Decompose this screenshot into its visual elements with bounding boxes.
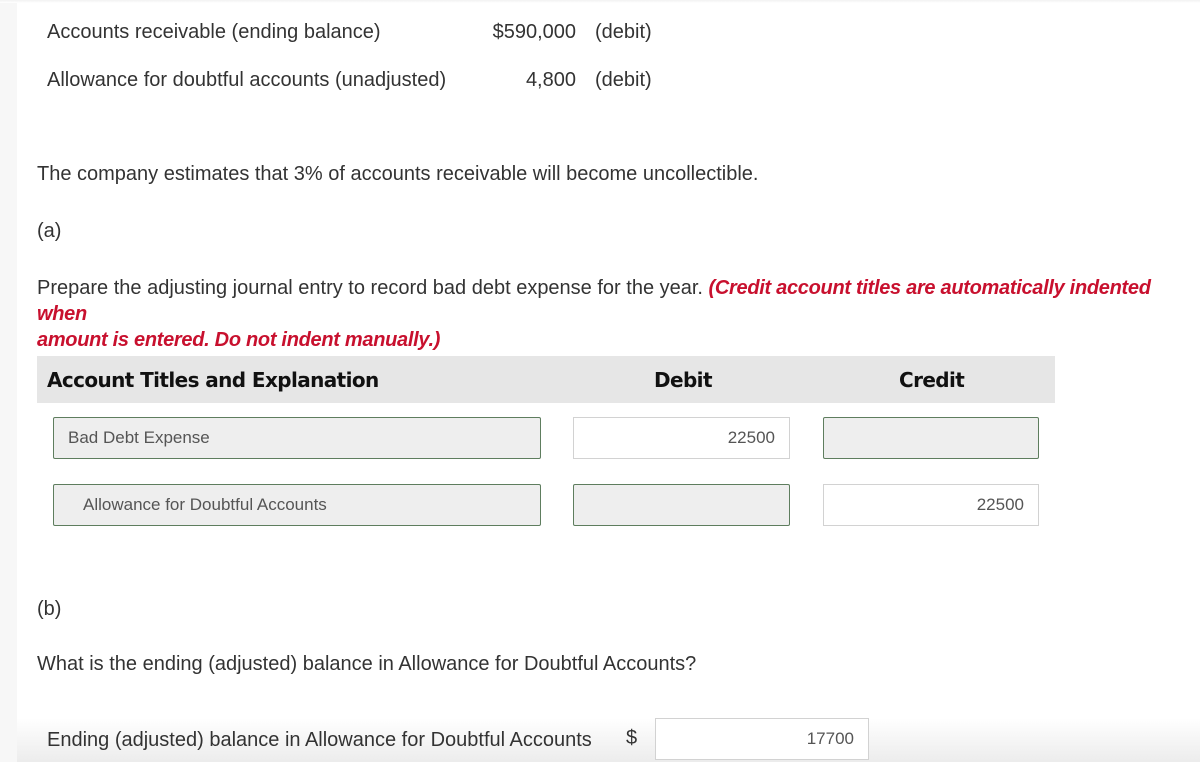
indent-note-line2: amount is entered. Do not indent manuall… <box>37 329 441 351</box>
part-a-instruction-text: Prepare the adjusting journal entry to r… <box>37 277 703 299</box>
given-side-accounts-receivable: (debit) <box>595 21 652 43</box>
ending-balance-label: Ending (adjusted) balance in Allowance f… <box>47 729 592 751</box>
row2-credit-input[interactable]: 22500 <box>823 484 1039 526</box>
ending-balance-input[interactable]: 17700 <box>655 718 869 760</box>
part-a-instructions: Prepare the adjusting journal entry to r… <box>37 275 1177 353</box>
row1-credit-input[interactable] <box>823 417 1039 459</box>
row1-account-input[interactable]: Bad Debt Expense <box>53 417 541 459</box>
part-b-label: (b) <box>37 598 62 620</box>
header-debit: Debit <box>654 368 713 392</box>
given-label-allowance: Allowance for doubtful accounts (unadjus… <box>47 69 447 91</box>
header-credit: Credit <box>899 368 965 392</box>
given-label-accounts-receivable: Accounts receivable (ending balance) <box>47 21 381 43</box>
page-left-margin <box>0 0 17 762</box>
page-top-edge <box>0 0 1200 3</box>
given-side-allowance: (debit) <box>595 69 652 91</box>
row2-debit-input[interactable] <box>573 484 790 526</box>
row1-debit-input[interactable]: 22500 <box>573 417 790 459</box>
journal-table-header: Account Titles and Explanation Debit Cre… <box>37 356 1055 403</box>
row2-account-input[interactable]: Allowance for Doubtful Accounts <box>53 484 541 526</box>
given-amount-accounts-receivable: $590,000 <box>492 21 576 43</box>
header-account-titles: Account Titles and Explanation <box>47 368 379 392</box>
given-amount-allowance: 4,800 <box>525 69 576 91</box>
estimate-text: The company estimates that 3% of account… <box>37 163 759 185</box>
part-a-label: (a) <box>37 220 62 242</box>
currency-symbol: $ <box>626 727 638 749</box>
part-b-question: What is the ending (adjusted) balance in… <box>37 653 697 675</box>
